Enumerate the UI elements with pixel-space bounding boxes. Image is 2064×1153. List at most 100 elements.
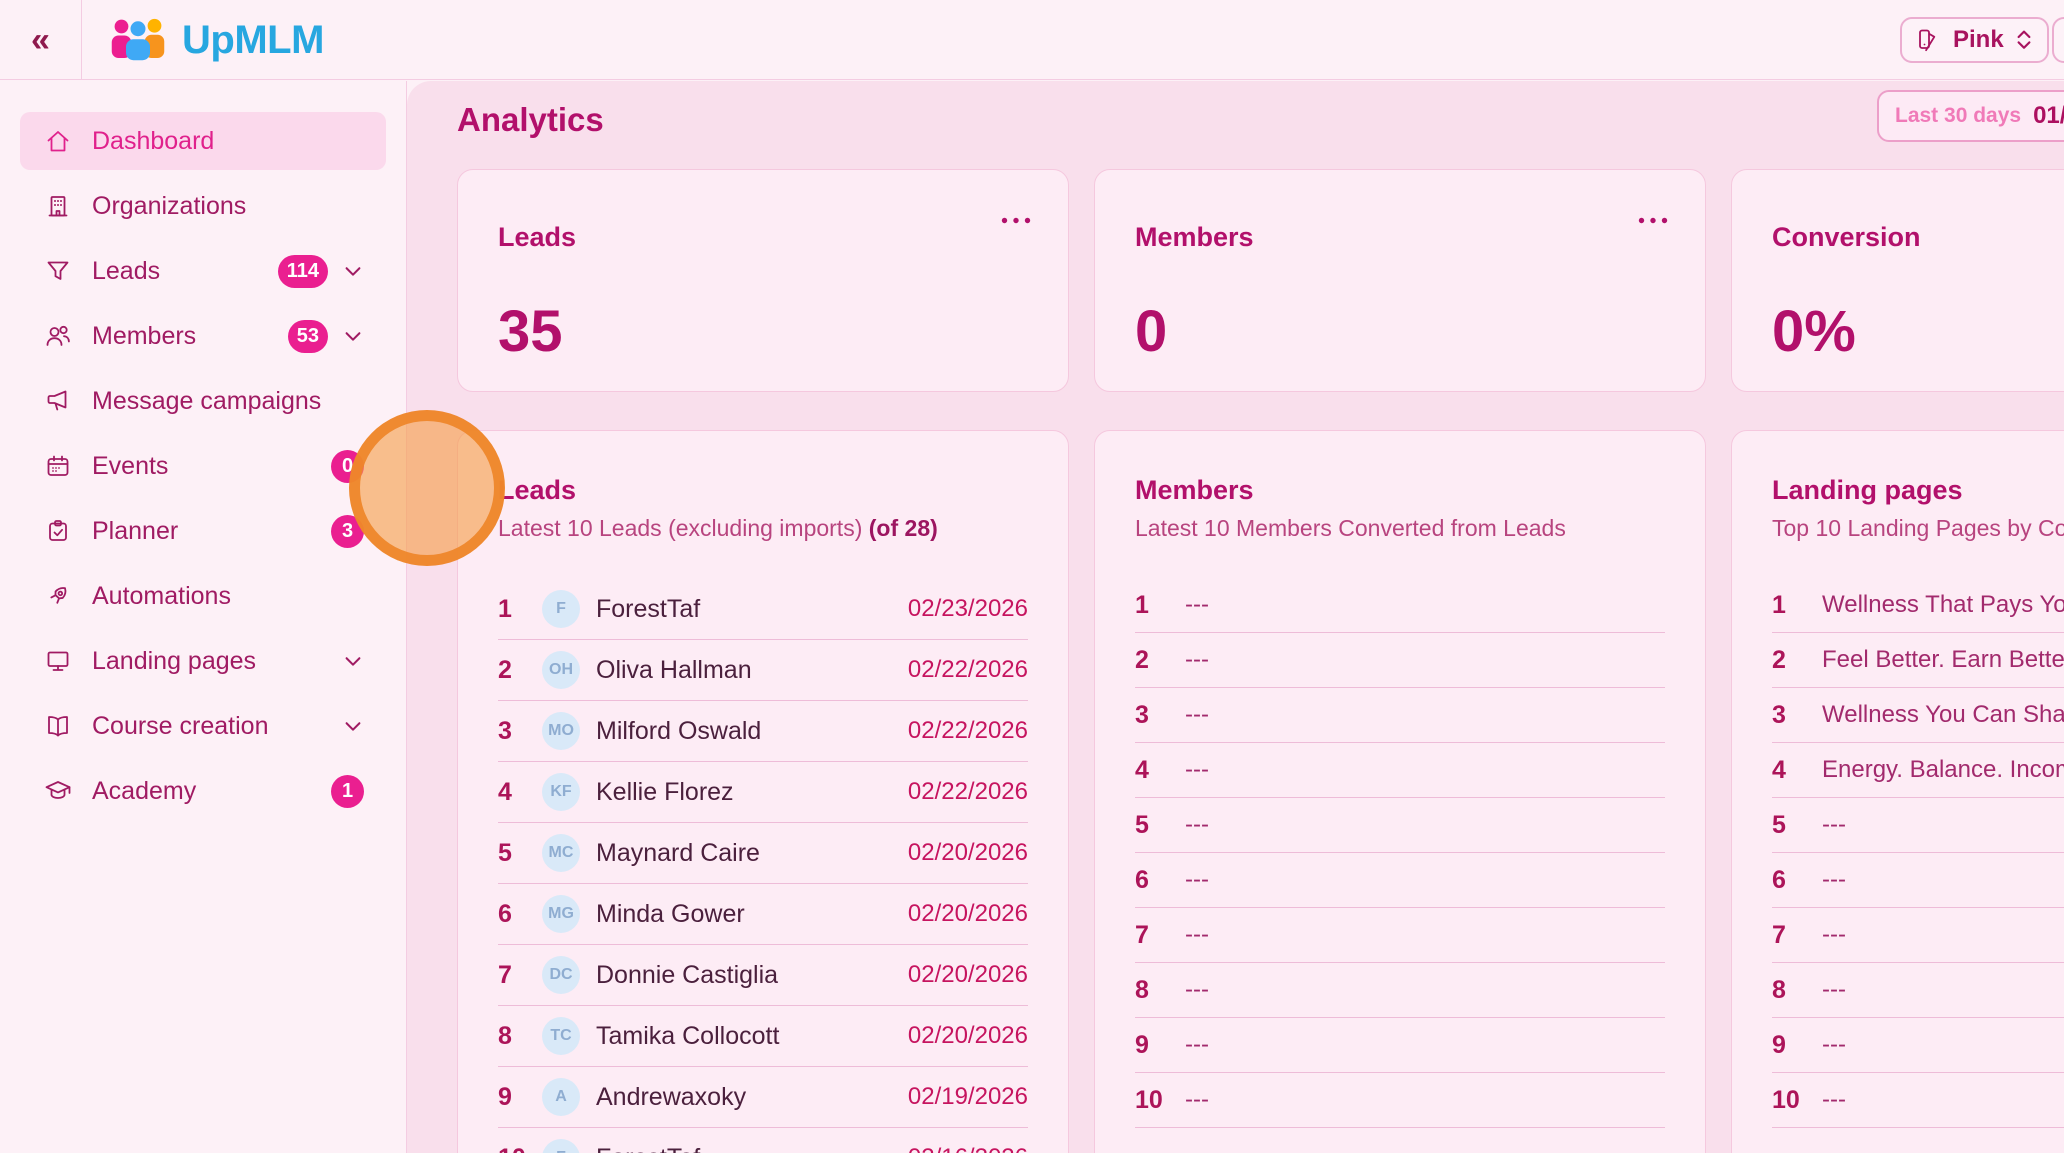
home-icon <box>44 127 72 155</box>
chevron-down-icon[interactable] <box>342 715 364 737</box>
sidebar-item[interactable]: Landing pages <box>20 632 386 690</box>
landing-pages-rows: 1 Wellness That Pays You Back 2 Feel Bet… <box>1772 578 2064 1128</box>
landing-page-row[interactable]: 3 Wellness You Can Share <box>1772 688 2064 743</box>
chevron-down-icon[interactable] <box>342 650 364 672</box>
lead-row[interactable]: 4 KF Kellie Florez 02/22/2026 <box>498 762 1028 823</box>
sidebar-collapse-button[interactable]: « <box>0 0 82 80</box>
lead-row[interactable]: 8 TC Tamika Collocott 02/20/2026 <box>498 1006 1028 1067</box>
sidebar-item[interactable]: Automations <box>20 567 386 625</box>
app-logo-text: UpMLM <box>182 18 324 63</box>
lead-row[interactable]: 3 MO Milford Oswald 02/22/2026 <box>498 701 1028 762</box>
member-row[interactable]: 8 --- <box>1135 963 1665 1018</box>
lead-name: Maynard Caire <box>596 839 892 868</box>
ellipsis-icon[interactable] <box>1637 216 1669 225</box>
landing-page-row[interactable]: 2 Feel Better. Earn Better. <box>1772 633 2064 688</box>
members-list-card: Members Latest 10 Members Converted from… <box>1094 430 1706 1153</box>
landing-page-row[interactable]: 6 --- <box>1772 853 2064 908</box>
lead-date: 02/20/2026 <box>908 961 1028 989</box>
avatar: A <box>542 1078 580 1116</box>
landing-page-name: Wellness That Pays You Back <box>1822 591 2064 619</box>
avatar: F <box>542 1139 580 1153</box>
lead-row[interactable]: 10 F ForestTaf 02/16/2026 <box>498 1128 1028 1153</box>
lead-row[interactable]: 9 A Andrewaxoky 02/19/2026 <box>498 1067 1028 1128</box>
sidebar-item-label: Landing pages <box>92 647 322 676</box>
stat-card: Conversion 0% <box>1731 169 2064 392</box>
landing-page-row[interactable]: 1 Wellness That Pays You Back <box>1772 578 2064 633</box>
planner-icon <box>44 517 72 545</box>
member-row[interactable]: 5 --- <box>1135 798 1665 853</box>
sidebar-item[interactable]: Course creation <box>20 697 386 755</box>
member-row[interactable]: 2 --- <box>1135 633 1665 688</box>
members-list-subtitle: Latest 10 Members Converted from Leads <box>1135 515 1566 542</box>
avatar: MG <box>542 895 580 933</box>
lead-date: 02/23/2026 <box>908 595 1028 623</box>
lead-name: Oliva Hallman <box>596 656 892 685</box>
chevron-down-icon[interactable] <box>342 260 364 282</box>
sidebar-item[interactable]: Organizations <box>20 177 386 235</box>
row-index: 10 <box>498 1144 526 1153</box>
landing-page-name: --- <box>1822 1086 2064 1114</box>
member-row[interactable]: 1 --- <box>1135 578 1665 633</box>
member-row[interactable]: 9 --- <box>1135 1018 1665 1073</box>
sidebar-item[interactable]: Dashboard <box>20 112 386 170</box>
landing-page-row[interactable]: 7 --- <box>1772 908 2064 963</box>
sidebar-item[interactable]: Leads 114 <box>20 242 386 300</box>
lead-row[interactable]: 2 OH Oliva Hallman 02/22/2026 <box>498 640 1028 701</box>
row-index: 5 <box>1772 811 1800 840</box>
sidebar-item[interactable]: Planner 3 <box>20 502 386 560</box>
member-row[interactable]: 4 --- <box>1135 743 1665 798</box>
member-value: --- <box>1185 866 1665 894</box>
landing-page-name: Energy. Balance. Income. <box>1822 756 2064 784</box>
landing-page-name: Wellness You Can Share <box>1822 701 2064 729</box>
sidebar-item-label: Planner <box>92 517 311 546</box>
row-index: 1 <box>498 595 526 624</box>
sidebar-item[interactable]: Academy 1 <box>20 762 386 820</box>
lead-row[interactable]: 5 MC Maynard Caire 02/20/2026 <box>498 823 1028 884</box>
leads-list-title: Leads <box>498 475 576 506</box>
lead-row[interactable]: 7 DC Donnie Castiglia 02/20/2026 <box>498 945 1028 1006</box>
chevron-down-icon[interactable] <box>342 325 364 347</box>
landing-pages-list-subtitle: Top 10 Landing Pages by Conversion <box>1772 515 2064 542</box>
date-range-filter[interactable]: Last 30 days 01/2 <box>1877 90 2064 142</box>
row-index: 7 <box>1772 921 1800 950</box>
member-value: --- <box>1185 976 1665 1004</box>
row-index: 7 <box>1135 921 1163 950</box>
member-value: --- <box>1185 591 1665 619</box>
member-row[interactable]: 7 --- <box>1135 908 1665 963</box>
avatar: KF <box>542 773 580 811</box>
count-badge: 53 <box>288 320 328 353</box>
lead-date: 02/20/2026 <box>908 1022 1028 1050</box>
landing-page-name: --- <box>1822 866 2064 894</box>
rocket-icon <box>44 582 72 610</box>
sidebar-item[interactable]: Events 0 <box>20 437 386 495</box>
landing-page-row[interactable]: 9 --- <box>1772 1018 2064 1073</box>
sidebar-item[interactable]: Message campaigns <box>20 372 386 430</box>
landing-page-row[interactable]: 10 --- <box>1772 1073 2064 1128</box>
landing-page-row[interactable]: 5 --- <box>1772 798 2064 853</box>
landing-page-row[interactable]: 8 --- <box>1772 963 2064 1018</box>
sidebar-item-label: Leads <box>92 257 258 286</box>
member-row[interactable]: 10 --- <box>1135 1073 1665 1128</box>
member-value: --- <box>1185 921 1665 949</box>
stat-card: Members 0 <box>1094 169 1706 392</box>
leads-list-subtitle: Latest 10 Leads (excluding imports) (of … <box>498 515 938 542</box>
row-index: 8 <box>498 1022 526 1051</box>
sidebar-item[interactable]: Members 53 <box>20 307 386 365</box>
top-bar: « UpMLM Pink <box>0 0 2064 80</box>
ellipsis-icon[interactable] <box>1000 216 1032 225</box>
landing-pages-list-card: Landing pages Top 10 Landing Pages by Co… <box>1731 430 2064 1153</box>
member-row[interactable]: 6 --- <box>1135 853 1665 908</box>
avatar: MC <box>542 834 580 872</box>
academy-icon <box>44 777 72 805</box>
lead-row[interactable]: 1 F ForestTaf 02/23/2026 <box>498 579 1028 640</box>
sidebar-item-label: Academy <box>92 777 311 806</box>
row-index: 4 <box>498 778 526 807</box>
avatar: OH <box>542 651 580 689</box>
count-badge: 114 <box>278 255 328 288</box>
partial-topbar-button[interactable] <box>2052 17 2064 63</box>
theme-selector-button[interactable]: Pink <box>1900 17 2049 63</box>
lead-row[interactable]: 6 MG Minda Gower 02/20/2026 <box>498 884 1028 945</box>
member-row[interactable]: 3 --- <box>1135 688 1665 743</box>
sidebar-item-label: Members <box>92 322 268 351</box>
landing-page-row[interactable]: 4 Energy. Balance. Income. <box>1772 743 2064 798</box>
